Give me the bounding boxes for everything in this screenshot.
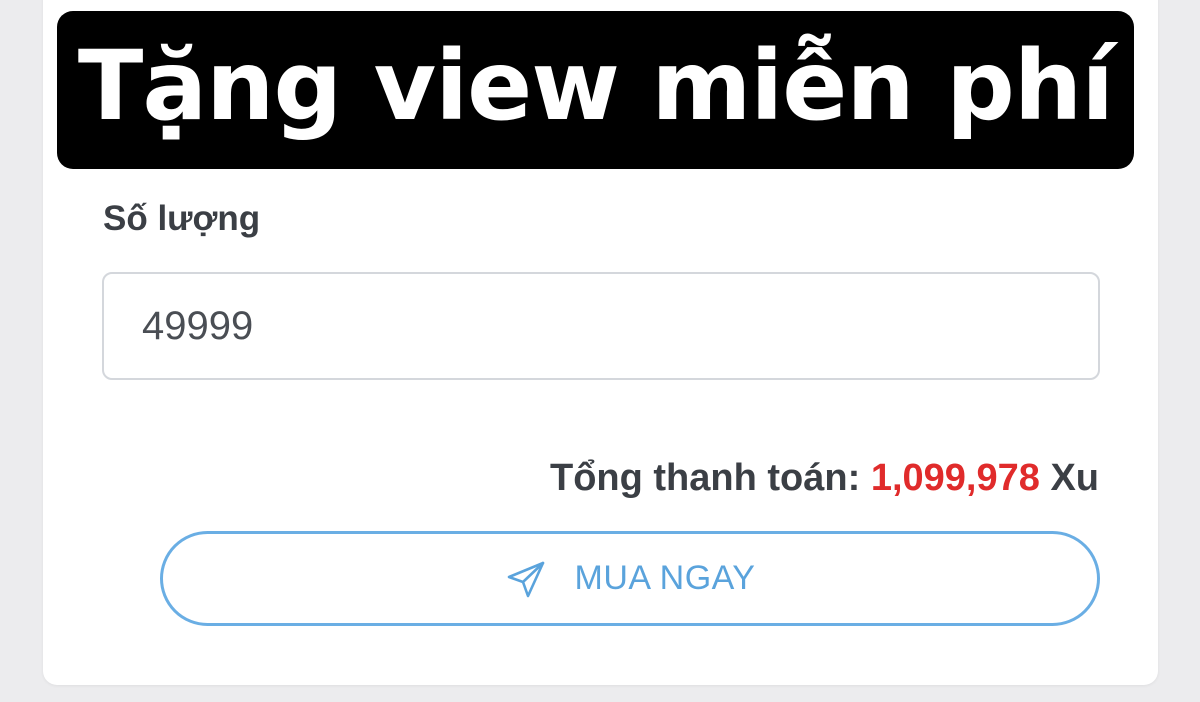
total-amount: 1,099,978 xyxy=(870,457,1040,499)
promo-banner: Tặng view miễn phí xyxy=(57,11,1134,169)
quantity-input[interactable] xyxy=(102,272,1100,380)
buy-now-button[interactable]: MUA NGAY xyxy=(160,531,1100,626)
buy-now-label: MUA NGAY xyxy=(574,559,756,597)
banner-title: Tặng view miễn phí xyxy=(77,30,1114,142)
total-payment: Tổng thanh toán: 1,099,978 Xu xyxy=(550,457,1099,500)
total-unit: Xu xyxy=(1050,457,1099,499)
total-label: Tổng thanh toán: xyxy=(549,457,861,499)
quantity-label: Số lượng xyxy=(103,199,261,238)
send-icon xyxy=(505,558,547,600)
